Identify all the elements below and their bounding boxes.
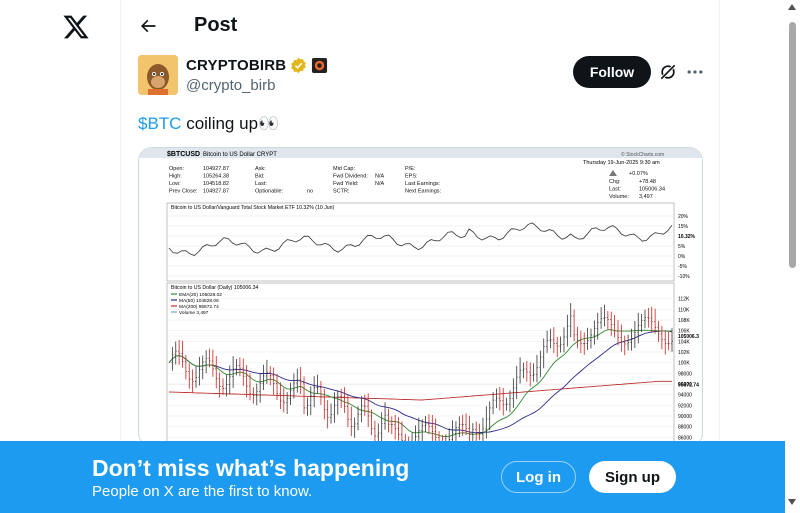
price-tick-label: 112K: [678, 297, 690, 303]
stat-label: Last:: [255, 181, 267, 187]
grok-icon[interactable]: [658, 62, 678, 82]
author-handle[interactable]: @crypto_birb: [186, 77, 275, 94]
stat-label: Bid:: [255, 174, 265, 180]
banner-title: Don’t miss what’s happening: [92, 455, 410, 481]
cashtag-link[interactable]: $BTC: [138, 114, 181, 133]
scroll-thumb[interactable]: [789, 22, 796, 268]
stat-value: +78.48: [639, 179, 656, 185]
price-tick-label: 110K: [678, 307, 690, 313]
legend-label: EMA(20) 105028.02: [179, 292, 222, 298]
page-title: Post: [194, 14, 238, 36]
signup-button[interactable]: Sign up: [589, 461, 676, 493]
tweet-body: coiling up: [181, 114, 259, 133]
banner-subtitle: People on X are the first to know.: [92, 483, 313, 500]
scroll-up-arrow-icon[interactable]: [788, 4, 796, 10]
price-tick-label: 100K: [678, 361, 690, 367]
main-label: Bitcoin to US Dollar (Daily) 105006.34: [171, 285, 258, 291]
eyes-emoji: 👀: [258, 114, 280, 133]
legend-label: Volume 3,497: [179, 310, 209, 316]
chart-source: © StockCharts.com: [621, 151, 664, 158]
stat-label: Last Earnings:: [405, 181, 441, 187]
chart-symbol-desc: Bitcoin to US Dollar CRYPT: [203, 152, 277, 158]
more-options-icon[interactable]: [685, 62, 705, 82]
stat-label: Optionable:: [255, 189, 284, 195]
stat-value: 104927.87: [203, 189, 229, 195]
stat-label: Next Earnings:: [405, 189, 442, 195]
arrow-left-icon: [141, 19, 156, 33]
ratio-tick-label: 0%: [678, 254, 686, 260]
stat-label: Open:: [169, 166, 184, 172]
page: Post CRYPTOBIRB @crypto_birb Follow $BTC…: [0, 0, 800, 513]
signup-banner: Don’t miss what’s happening People on X …: [0, 441, 785, 513]
stat-label: SCTR:: [333, 189, 350, 195]
login-button[interactable]: Log in: [501, 461, 576, 493]
stat-label: High:: [169, 174, 182, 180]
follow-button[interactable]: Follow: [573, 56, 651, 88]
stat-label: Fwd Yield:: [333, 181, 359, 187]
back-button[interactable]: [135, 13, 161, 39]
avatar[interactable]: [138, 55, 178, 95]
author-name-row: CRYPTOBIRB: [186, 57, 328, 74]
price-tick-label: 92000: [678, 403, 692, 409]
affiliate-badge-icon: [312, 57, 328, 74]
chart-image[interactable]: $BTCUSD Bitcoin to US Dollar CRYPT © Sto…: [138, 147, 703, 447]
ratio-label: Bitcoin to US Dollar/Vanguard Total Stoc…: [171, 205, 335, 211]
stat-label: Volume:: [609, 194, 629, 200]
stat-label: P/E:: [405, 166, 416, 172]
stat-value: 105264.38: [203, 174, 229, 180]
stat-label: Prev Close:: [169, 189, 198, 195]
stat-label: Fwd Dividend:: [333, 174, 368, 180]
price-tick-label: 95872.74: [678, 383, 699, 389]
ratio-tick-label: -5%: [678, 264, 687, 270]
stat-label: Mid Cap:: [333, 166, 355, 172]
scroll-down-arrow-icon[interactable]: [788, 499, 796, 505]
stat-value: N/A: [375, 181, 385, 187]
ratio-tick-label: 10.32%: [678, 234, 696, 240]
price-tick-label: 104K: [678, 339, 690, 345]
stat-value: 3,497: [639, 194, 653, 200]
stat-label: Ask:: [255, 166, 266, 172]
ratio-tick-label: -10%: [678, 274, 690, 280]
stat-label: EPS:: [405, 174, 418, 180]
price-tick-label: 108K: [678, 318, 690, 324]
stat-value: 104927.87: [203, 166, 229, 172]
price-tick-label: 102K: [678, 350, 690, 356]
stat-label: Last:: [609, 187, 621, 193]
verified-gold-badge-icon: [291, 57, 307, 74]
price-tick-label: 88000: [678, 425, 692, 431]
author-name[interactable]: CRYPTOBIRB: [186, 57, 286, 74]
price-tick-label: 90000: [678, 414, 692, 420]
ratio-tick-label: 15%: [678, 224, 689, 230]
x-logo-icon[interactable]: [62, 13, 90, 41]
chart-symbol: $BTCUSD: [167, 151, 200, 158]
chart-date: Thursday 19-Jun-2025 9:30 am: [583, 160, 660, 166]
scrollbar[interactable]: [785, 0, 800, 513]
stock-chart-image: $BTCUSD Bitcoin to US Dollar CRYPT © Sto…: [139, 148, 702, 446]
ratio-tick-label: 5%: [678, 244, 686, 250]
stat-change-pct: +0.07%: [629, 171, 648, 177]
price-tick-label: 94000: [678, 393, 692, 399]
post-header: Post: [121, 0, 719, 53]
tweet-text: $BTC coiling up👀: [138, 114, 279, 134]
ape-avatar-icon: [138, 55, 178, 95]
price-tick-label: 98000: [678, 371, 692, 377]
stat-value: no: [307, 189, 313, 195]
ratio-tick-label: 20%: [678, 214, 689, 220]
stat-value: N/A: [375, 174, 385, 180]
left-rail: [0, 0, 120, 513]
stat-label: Low:: [169, 181, 181, 187]
stat-label: Chg:: [609, 179, 621, 185]
stat-value: 105006.34: [639, 187, 665, 193]
post-column: Post CRYPTOBIRB @crypto_birb Follow $BTC…: [120, 0, 720, 513]
stat-value: 104518.82: [203, 181, 229, 187]
